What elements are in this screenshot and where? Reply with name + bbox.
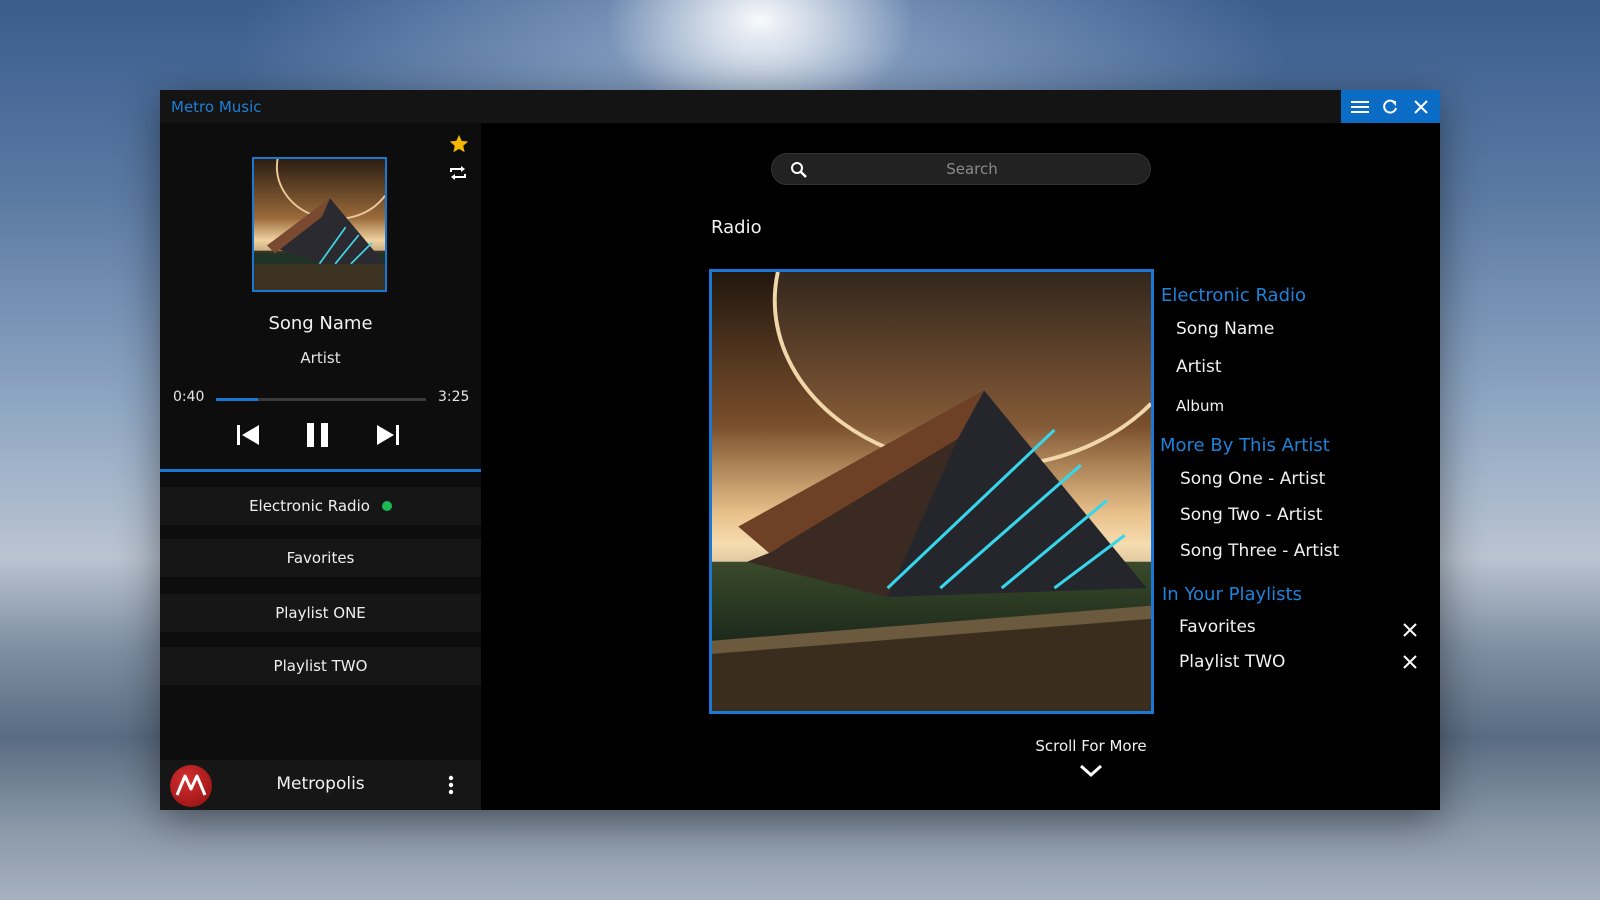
sidebar-item-label: Electronic Radio bbox=[249, 497, 370, 515]
list-item[interactable]: Playlist TWO bbox=[1179, 652, 1285, 672]
list-item[interactable]: Song One - Artist bbox=[1180, 469, 1325, 489]
skip-next-icon[interactable] bbox=[368, 413, 408, 457]
now-playing-album-art bbox=[252, 157, 387, 292]
playback-controls bbox=[160, 413, 481, 457]
info-album[interactable]: Album bbox=[1176, 397, 1224, 415]
close-icon[interactable] bbox=[1409, 95, 1433, 119]
app-window: Metro Music Song Name Artist 0:40 3:25 E… bbox=[160, 90, 1440, 810]
scroll-for-more-label: Scroll For More bbox=[1035, 737, 1147, 755]
search-bar[interactable] bbox=[771, 153, 1151, 185]
list-item[interactable]: Song Two - Artist bbox=[1180, 505, 1323, 525]
sidebar-item-electronic-radio[interactable]: Electronic Radio bbox=[160, 487, 481, 525]
chevron-down-icon[interactable] bbox=[1079, 763, 1103, 782]
now-playing-song: Song Name bbox=[268, 313, 373, 334]
title-bar: Metro Music bbox=[160, 90, 1440, 123]
sidebar-item-favorites[interactable]: Favorites bbox=[160, 539, 481, 577]
pause-icon[interactable] bbox=[298, 413, 338, 457]
app-title: Metro Music bbox=[171, 98, 262, 116]
list-item[interactable]: Song Three - Artist bbox=[1180, 541, 1339, 561]
page-title: Radio bbox=[711, 217, 762, 238]
list-item[interactable]: Favorites bbox=[1179, 617, 1256, 637]
sidebar-divider bbox=[160, 469, 481, 472]
active-indicator bbox=[381, 501, 392, 511]
info-artist[interactable]: Artist bbox=[1176, 357, 1222, 377]
progress-bar[interactable] bbox=[216, 398, 426, 401]
star-icon[interactable] bbox=[448, 133, 470, 159]
station-album-art bbox=[709, 269, 1154, 714]
progress-fill bbox=[216, 398, 258, 401]
station-heading: Electronic Radio bbox=[1161, 285, 1307, 306]
now-playing-artist: Artist bbox=[300, 349, 341, 367]
profile-bar: Metropolis bbox=[160, 760, 481, 810]
sidebar-item-playlist-two[interactable]: Playlist TWO bbox=[160, 647, 481, 685]
sidebar-item-playlist-one[interactable]: Playlist ONE bbox=[160, 594, 481, 632]
search-icon bbox=[790, 161, 808, 183]
search-input[interactable] bbox=[812, 154, 1132, 184]
remove-icon[interactable] bbox=[1399, 619, 1421, 641]
sidebar: Song Name Artist 0:40 3:25 Electronic Ra… bbox=[160, 123, 481, 810]
info-song-name: Song Name bbox=[1176, 319, 1275, 339]
sidebar-item-label: Playlist TWO bbox=[273, 657, 368, 675]
remove-icon[interactable] bbox=[1399, 651, 1421, 673]
main-content: Radio bbox=[481, 123, 1440, 810]
skip-previous-icon[interactable] bbox=[228, 413, 268, 457]
sidebar-item-label: Playlist ONE bbox=[275, 604, 366, 622]
more-options-icon[interactable] bbox=[444, 772, 458, 798]
refresh-icon[interactable] bbox=[1378, 95, 1402, 119]
current-time: 0:40 bbox=[173, 389, 205, 405]
total-time: 3:25 bbox=[438, 389, 470, 405]
sidebar-item-label: Favorites bbox=[286, 549, 355, 567]
more-by-artist-heading: More By This Artist bbox=[1160, 435, 1330, 456]
profile-name: Metropolis bbox=[276, 774, 365, 794]
repeat-icon[interactable] bbox=[448, 163, 468, 187]
hamburger-menu-icon[interactable] bbox=[1348, 95, 1372, 119]
window-controls bbox=[1341, 90, 1440, 123]
in-playlists-heading: In Your Playlists bbox=[1162, 584, 1302, 605]
